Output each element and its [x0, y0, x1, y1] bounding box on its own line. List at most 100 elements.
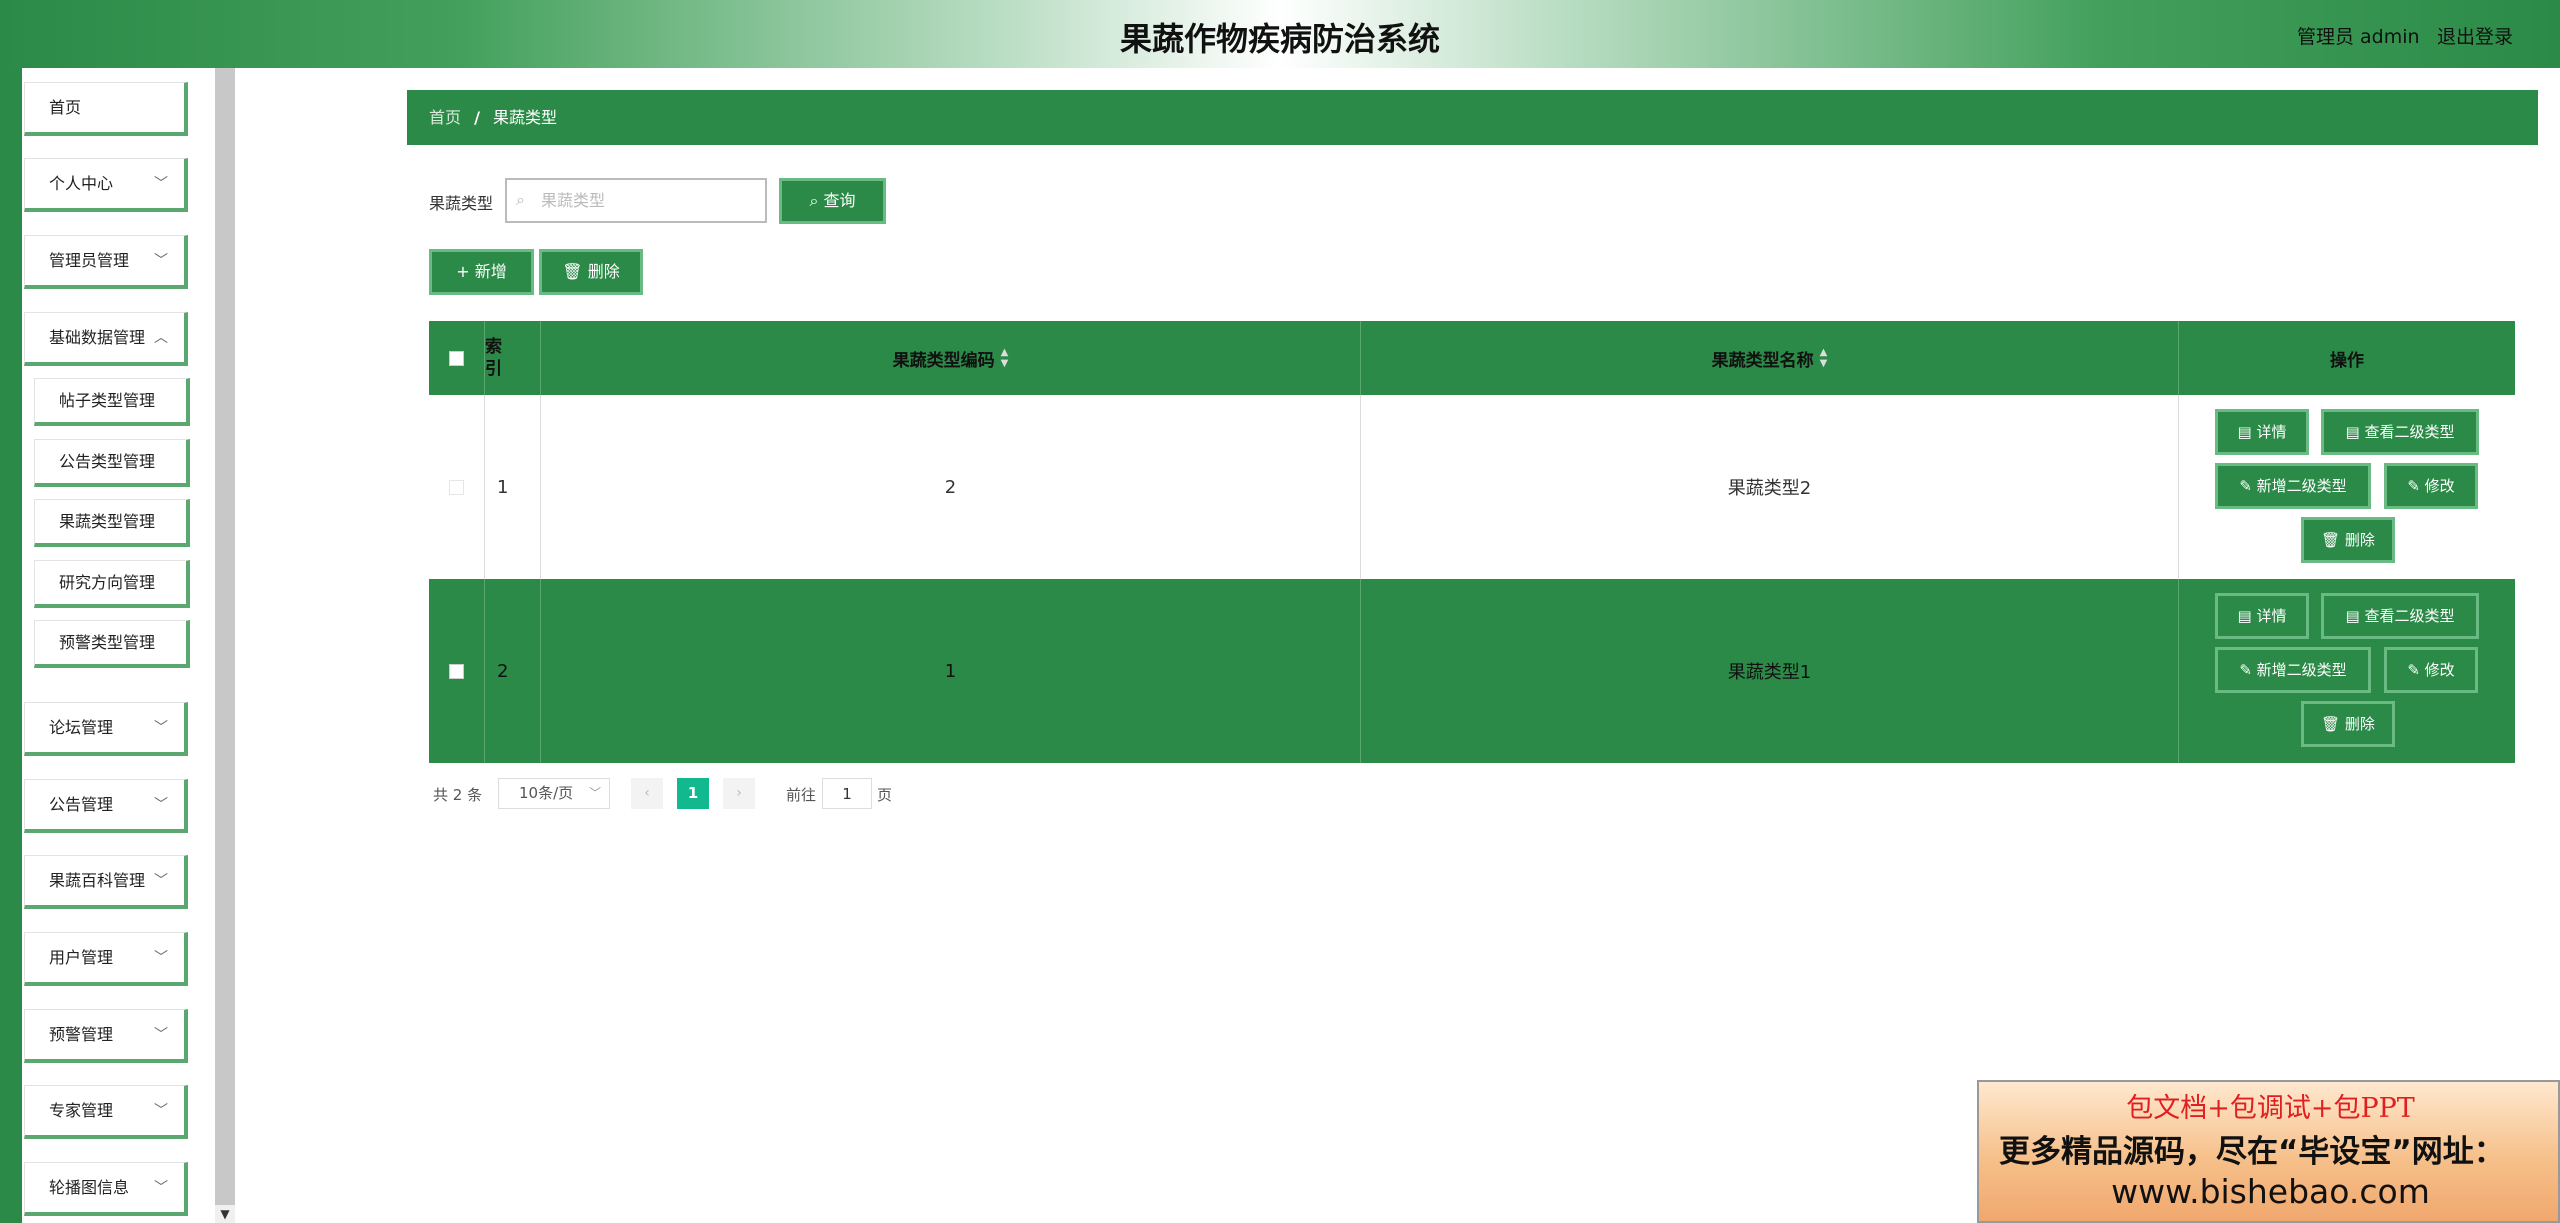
edit-button[interactable]: ✎ 修改 — [2384, 463, 2478, 509]
goto-label: 前往 — [786, 786, 817, 804]
row-delete-button[interactable]: 🗑 删除 — [2301, 517, 2395, 563]
sidebar-subitem-post-type[interactable]: 帖子类型管理 — [34, 378, 190, 426]
scroll-down-arrow-icon[interactable]: ▼ — [215, 1205, 235, 1223]
edit-icon: ✎ — [2239, 661, 2257, 679]
trash-icon: 🗑 — [562, 262, 588, 281]
table-header: 索引 果蔬类型编码 ▲ ▼ 果蔬类型名称 ▲ ▼ 操作 — [429, 321, 2515, 395]
promo-banner: 包文档+包调试+包PPT 更多精品源码，尽在“毕设宝”网址： www.bishe… — [1977, 1080, 2560, 1223]
chevron-up-icon: ︿ — [154, 330, 168, 346]
add-level2-label: 新增二级类型 — [2256, 661, 2347, 679]
add-button-label: 新增 — [474, 262, 507, 281]
logout-button[interactable]: 退出登录 — [2437, 22, 2513, 49]
sidebar-item-label: 首页 — [49, 98, 82, 117]
index-header-label: 索引 — [485, 337, 502, 379]
pagination-total: 共 2 条 — [433, 786, 483, 804]
chevron-down-icon: ﹀ — [154, 1027, 168, 1043]
sidebar-subitem-notice-type[interactable]: 公告类型管理 — [34, 439, 190, 487]
query-button[interactable]: ⌕ 查询 — [779, 178, 886, 224]
sidebar-scrollbar[interactable] — [215, 68, 235, 1223]
table-row: 1 2 果蔬类型2 ▤ 详情 ▤ 查看二级类型 ✎ 新增二级类型 ✎ 修改 🗑 … — [429, 395, 2515, 579]
sidebar-subitem-fruit-type[interactable]: 果蔬类型管理 — [34, 499, 190, 547]
search-icon: ⌕ — [809, 191, 824, 210]
sort-icon[interactable]: ▲ ▼ — [1820, 347, 1828, 369]
sidebar-subitem-warning-type[interactable]: 预警类型管理 — [34, 620, 190, 668]
row-delete-button[interactable]: 🗑 删除 — [2301, 701, 2395, 747]
sidebar-item-label: 个人中心 — [49, 174, 114, 193]
index-header: 索引 — [485, 321, 541, 395]
sidebar-item-home[interactable]: 首页 — [24, 82, 188, 136]
detail-button[interactable]: ▤ 详情 — [2215, 409, 2309, 455]
sidebar-subitem-research-direction[interactable]: 研究方向管理 — [34, 560, 190, 608]
sidebar-item-forum[interactable]: 论坛管理 ﹀ — [24, 702, 188, 756]
breadcrumb-separator: / — [474, 108, 480, 127]
breadcrumb-current: 果蔬类型 — [493, 108, 558, 127]
sidebar-item-label: 论坛管理 — [49, 718, 114, 737]
sidebar-item-label: 基础数据管理 — [49, 328, 146, 347]
promo-line1: 包文档+包调试+包PPT — [2126, 1093, 2415, 1124]
sidebar-item-admin-management[interactable]: 管理员管理 ﹀ — [24, 235, 188, 289]
select-all-checkbox[interactable] — [449, 350, 464, 366]
sidebar-item-label: 管理员管理 — [49, 251, 130, 270]
top-header-bar: 果蔬作物疾病防治系统 管理员 admin 退出登录 — [0, 0, 2560, 68]
doc-icon: ▤ — [2237, 423, 2257, 441]
row-delete-label: 删除 — [2344, 531, 2375, 549]
prev-page-button[interactable]: ‹ — [631, 778, 663, 809]
sort-icon[interactable]: ▲ ▼ — [1001, 347, 1009, 369]
sidebar-item-carousel[interactable]: 轮播图信息 ﹀ — [24, 1162, 188, 1216]
table-row: 2 1 果蔬类型1 ▤ 详情 ▤ 查看二级类型 ✎ 新增二级类型 ✎ 修改 🗑 … — [429, 579, 2515, 763]
sidebar-item-personal-center[interactable]: 个人中心 ﹀ — [24, 158, 188, 212]
view-level2-label: 查看二级类型 — [2364, 423, 2455, 441]
sidebar-item-notice[interactable]: 公告管理 ﹀ — [24, 779, 188, 833]
sidebar-item-label: 果蔬类型管理 — [59, 512, 156, 531]
detail-button[interactable]: ▤ 详情 — [2215, 593, 2309, 639]
row-actions: ▤ 详情 ▤ 查看二级类型 ✎ 新增二级类型 ✎ 修改 🗑 删除 — [2179, 395, 2515, 579]
edit-button[interactable]: ✎ 修改 — [2384, 647, 2478, 693]
sidebar-item-label: 帖子类型管理 — [59, 391, 156, 410]
sidebar-item-label: 公告管理 — [49, 795, 114, 814]
add-level2-label: 新增二级类型 — [2256, 477, 2347, 495]
sidebar: 首页 个人中心 ﹀ 管理员管理 ﹀ 基础数据管理 ︿ 帖子类型管理 公告类型管理… — [0, 68, 236, 1223]
chevron-down-icon: ﹀ — [154, 797, 168, 813]
add-level2-button[interactable]: ✎ 新增二级类型 — [2215, 647, 2371, 693]
view-level2-button[interactable]: ▤ 查看二级类型 — [2321, 593, 2479, 639]
code-header[interactable]: 果蔬类型编码 ▲ ▼ — [541, 321, 1361, 395]
sidebar-item-label: 公告类型管理 — [59, 452, 156, 471]
row-code: 1 — [541, 579, 1361, 763]
row-checkbox[interactable] — [449, 479, 464, 495]
bulk-delete-button[interactable]: 🗑 删除 — [539, 249, 643, 295]
sidebar-item-experts[interactable]: 专家管理 ﹀ — [24, 1085, 188, 1139]
page-number-current[interactable]: 1 — [677, 778, 709, 809]
page-size-value: 10条/页 — [519, 784, 574, 802]
admin-user-label: 管理员 admin — [2297, 26, 2420, 48]
search-input[interactable] — [505, 178, 767, 223]
app-title: 果蔬作物疾病防治系统 — [1119, 20, 1440, 58]
breadcrumb: 首页 / 果蔬类型 — [407, 90, 2538, 145]
ops-header-label: 操作 — [2330, 350, 2364, 371]
sidebar-item-users[interactable]: 用户管理 ﹀ — [24, 932, 188, 986]
sidebar-item-encyclopedia[interactable]: 果蔬百科管理 ﹀ — [24, 855, 188, 909]
edit-button-label: 修改 — [2424, 661, 2455, 679]
add-button[interactable]: + 新增 — [429, 249, 534, 295]
add-level2-button[interactable]: ✎ 新增二级类型 — [2215, 463, 2371, 509]
page-size-select[interactable]: 10条/页 ﹀ — [498, 778, 610, 809]
delete-button-label: 删除 — [587, 262, 620, 281]
row-select-cell — [429, 395, 485, 579]
chevron-down-icon: ﹀ — [154, 720, 168, 736]
sidebar-item-label: 预警类型管理 — [59, 633, 156, 652]
name-header[interactable]: 果蔬类型名称 ▲ ▼ — [1361, 321, 2179, 395]
next-page-button[interactable]: › — [723, 778, 755, 809]
row-actions: ▤ 详情 ▤ 查看二级类型 ✎ 新增二级类型 ✎ 修改 🗑 删除 — [2179, 579, 2515, 763]
view-level2-button[interactable]: ▤ 查看二级类型 — [2321, 409, 2479, 455]
row-checkbox[interactable] — [449, 663, 464, 679]
goto-page-input[interactable] — [822, 778, 872, 809]
chevron-down-icon: ﹀ — [154, 950, 168, 966]
edit-icon: ✎ — [2239, 477, 2257, 495]
chevron-down-icon: ﹀ — [154, 1103, 168, 1119]
select-all-header — [429, 321, 485, 395]
sidebar-item-warnings[interactable]: 预警管理 ﹀ — [24, 1009, 188, 1063]
promo-url: www.bishebao.com — [2111, 1172, 2430, 1211]
trash-icon: 🗑 — [2321, 531, 2345, 549]
breadcrumb-home-link[interactable]: 首页 — [429, 108, 461, 127]
sidebar-item-basic-data[interactable]: 基础数据管理 ︿ — [24, 312, 188, 366]
edit-icon: ✎ — [2407, 661, 2425, 679]
